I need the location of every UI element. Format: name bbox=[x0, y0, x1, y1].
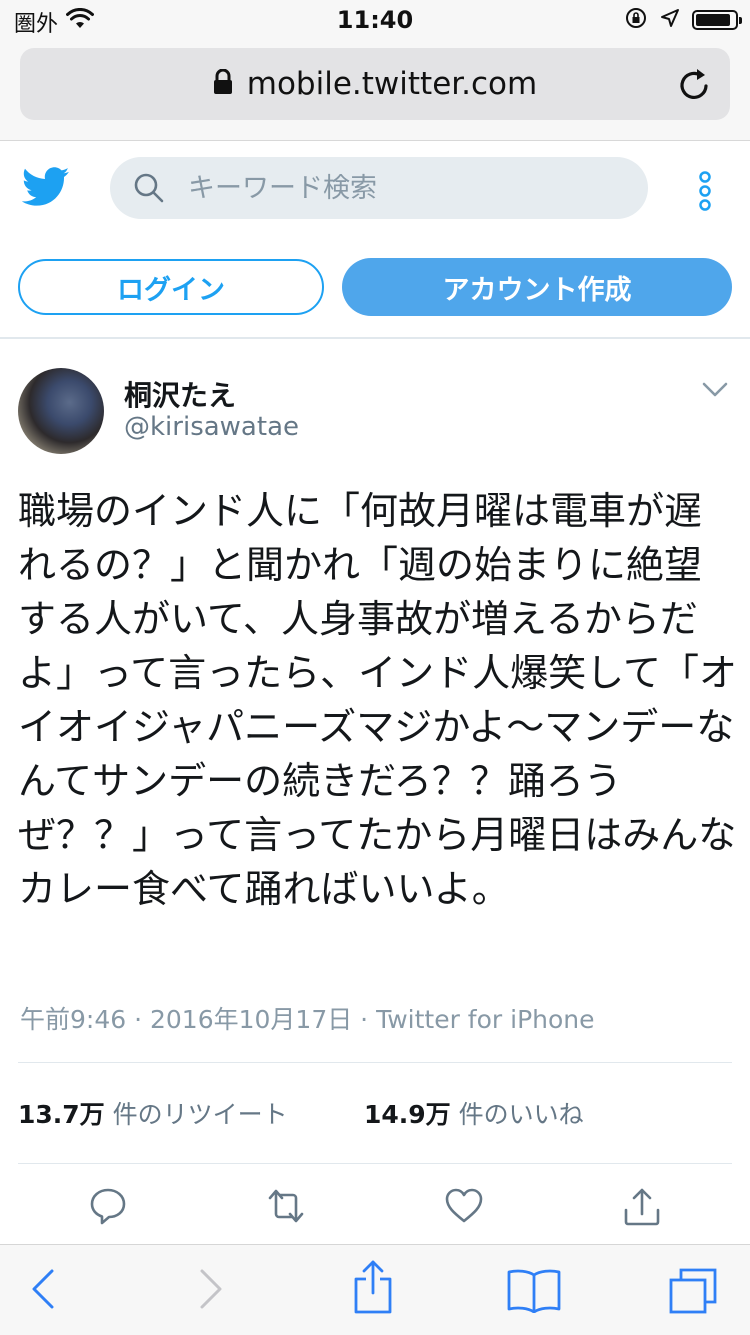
more-icon[interactable] bbox=[698, 171, 712, 215]
retweets-label: 件のリツイート bbox=[112, 1100, 288, 1129]
username[interactable]: @kirisawatae bbox=[124, 412, 299, 442]
status-bar: 圏外 11:40 bbox=[0, 0, 750, 40]
tweet-actions bbox=[0, 1186, 750, 1236]
retweet-stats[interactable]: 13.7万 件のリツイート bbox=[18, 1095, 288, 1131]
address-bar-content: mobile.twitter.com bbox=[20, 48, 730, 120]
forward-icon[interactable] bbox=[198, 1267, 224, 1315]
divider bbox=[18, 1163, 732, 1164]
address-bar[interactable]: mobile.twitter.com bbox=[20, 48, 730, 120]
tabs-icon[interactable] bbox=[668, 1267, 718, 1319]
retweets-count: 13.7万 bbox=[18, 1100, 105, 1129]
lock-icon bbox=[213, 68, 233, 99]
share-icon[interactable] bbox=[622, 1186, 662, 1232]
like-stats[interactable]: 14.9万 件のいいね bbox=[364, 1095, 584, 1131]
reload-icon[interactable] bbox=[678, 66, 712, 106]
login-button[interactable]: ログイン bbox=[18, 259, 324, 315]
search-input[interactable] bbox=[186, 171, 610, 205]
tweet-text: 職場のインド人に「何故月曜は電車が遅れるの？」と聞かれ「週の始まりに絶望する人が… bbox=[18, 489, 737, 911]
reply-icon[interactable] bbox=[88, 1186, 128, 1230]
avatar[interactable] bbox=[18, 368, 104, 454]
browser-bottom-toolbar bbox=[0, 1244, 750, 1335]
likes-count: 14.9万 bbox=[364, 1100, 451, 1129]
signup-button[interactable]: アカウント作成 bbox=[342, 258, 732, 316]
twitter-bird-icon[interactable] bbox=[21, 167, 70, 211]
status-right bbox=[624, 6, 742, 34]
location-icon bbox=[660, 8, 680, 32]
search-box[interactable] bbox=[110, 157, 648, 219]
browser-toolbar: mobile.twitter.com bbox=[0, 40, 750, 141]
battery-icon bbox=[692, 10, 742, 30]
tweet-meta: 午前9:46 · 2016年10月17日 · Twitter for iPhon… bbox=[20, 1005, 595, 1034]
likes-label: 件のいいね bbox=[458, 1100, 584, 1129]
safari-share-icon[interactable] bbox=[352, 1259, 394, 1319]
url-text: mobile.twitter.com bbox=[246, 66, 538, 102]
twitter-header: ログイン アカウント作成 bbox=[0, 141, 750, 339]
rotation-lock-icon bbox=[624, 6, 648, 34]
divider bbox=[18, 1062, 732, 1063]
bookmarks-icon[interactable] bbox=[506, 1267, 562, 1317]
chevron-down-icon[interactable] bbox=[702, 382, 728, 402]
battery-fill bbox=[696, 14, 730, 26]
back-icon[interactable] bbox=[30, 1267, 56, 1315]
search-icon bbox=[134, 173, 164, 203]
like-icon[interactable] bbox=[444, 1186, 484, 1230]
display-name[interactable]: 桐沢たえ bbox=[124, 374, 236, 414]
retweet-icon[interactable] bbox=[264, 1186, 308, 1230]
